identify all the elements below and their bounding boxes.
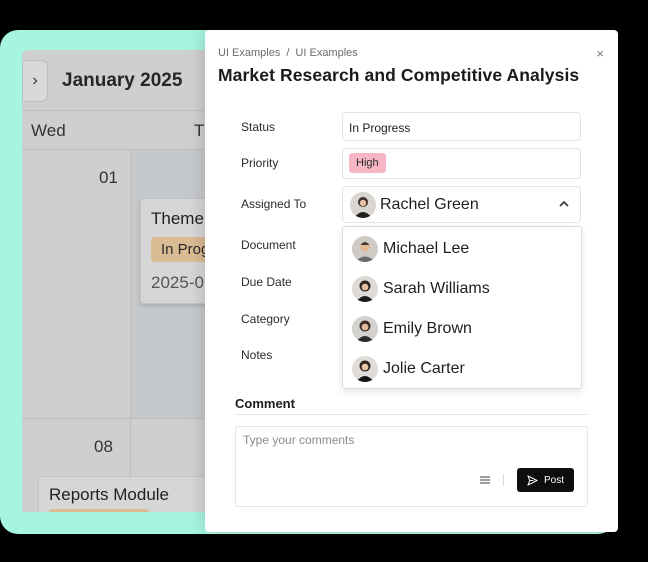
assignee-option-name: Sarah Williams (383, 280, 490, 297)
menu-icon[interactable] (479, 474, 491, 486)
avatar (352, 356, 378, 382)
status-field[interactable]: In Progress (342, 112, 581, 141)
weekday-label: T (194, 121, 205, 140)
divider (503, 474, 504, 486)
assignee-option-name: Jolie Carter (383, 360, 465, 377)
event-title: Theme (151, 209, 204, 228)
assignee-option[interactable]: Emily Brown (343, 309, 581, 349)
avatar (350, 192, 376, 218)
divider (235, 414, 588, 415)
assigned-to-label: Assigned To (241, 197, 307, 211)
comment-heading: Comment (235, 396, 295, 411)
avatar (352, 236, 378, 262)
app-stage: › January 2025 Wed T 01 08 Theme In Prog… (0, 0, 648, 562)
event-date: 2025-0 (151, 273, 204, 292)
event-title: Reports Module (49, 485, 170, 504)
send-icon (527, 474, 538, 486)
avatar (352, 316, 378, 342)
calendar-date-number: 01 (99, 168, 118, 187)
category-label: Category (241, 312, 290, 326)
assignee-dropdown: Michael Lee Sarah Williams Emily Brown J… (342, 226, 582, 389)
post-button-label: Post (543, 474, 564, 486)
page-title: Market Research and Competitive Analysis (218, 65, 580, 85)
post-button[interactable]: Post (517, 468, 574, 492)
assignee-option-name: Michael Lee (383, 240, 470, 257)
calendar-view: › January 2025 Wed T 01 08 Theme In Prog… (22, 50, 218, 512)
priority-label: Priority (241, 156, 279, 170)
comment-composer: Post (235, 426, 588, 507)
notes-label: Notes (241, 348, 273, 362)
priority-badge: High (349, 153, 386, 173)
status-label: Status (241, 120, 276, 134)
assignee-option[interactable]: Michael Lee (343, 229, 581, 269)
calendar-month-title: January 2025 (62, 70, 183, 91)
selected-assignee: Rachel Green (380, 196, 479, 213)
breadcrumb-separator: / (286, 47, 290, 59)
calendar-weekday-header: Wed T (22, 110, 218, 150)
breadcrumb: UI Examples / UI Examples (218, 47, 358, 59)
chevron-up-icon (559, 200, 569, 207)
calendar-divider (130, 150, 131, 512)
calendar-date-number: 08 (94, 437, 113, 456)
due-date-label: Due Date (241, 275, 292, 289)
avatar (352, 276, 378, 302)
breadcrumb-item[interactable]: UI Examples (295, 47, 357, 59)
assignee-option[interactable]: Jolie Carter (343, 349, 581, 389)
priority-field[interactable]: High (342, 148, 581, 179)
weekday-label: Wed (31, 121, 66, 140)
assignee-option[interactable]: Sarah Williams (343, 269, 581, 309)
chevron-right-icon: › (32, 72, 38, 89)
calendar-divider (22, 418, 218, 419)
assignee-select[interactable]: Rachel Green (342, 186, 581, 223)
breadcrumb-item[interactable]: UI Examples (218, 47, 280, 59)
task-detail-modal: UI Examples / UI Examples × Market Researc… (205, 30, 618, 532)
calendar-next-button[interactable]: › (22, 60, 48, 102)
status-badge (49, 509, 149, 512)
close-icon[interactable]: × (596, 46, 604, 61)
document-label: Document (241, 238, 296, 252)
comment-input[interactable] (243, 433, 573, 447)
assignee-option-name: Emily Brown (383, 320, 472, 337)
calendar-event-card[interactable]: Reports Module (38, 476, 218, 512)
